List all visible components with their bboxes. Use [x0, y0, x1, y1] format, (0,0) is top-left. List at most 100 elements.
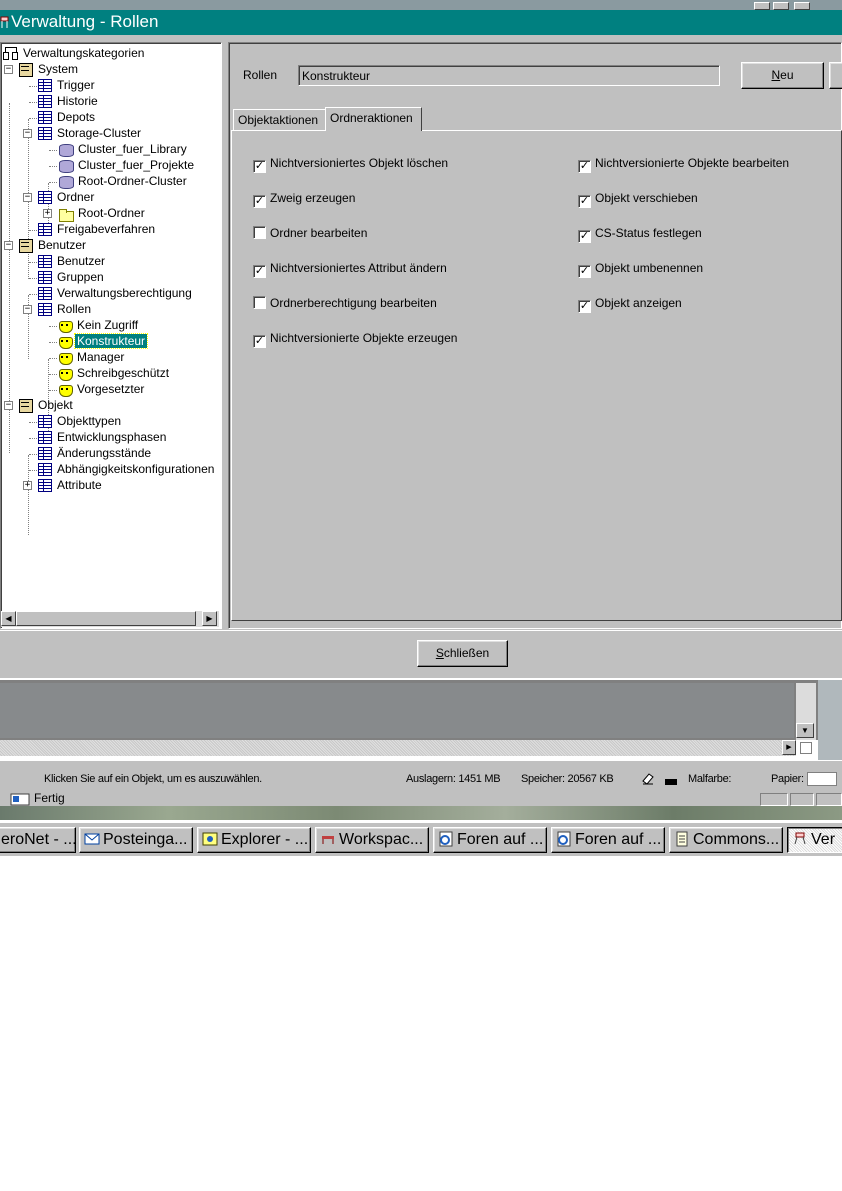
checkbox-set-cs-status[interactable]: ✓ CS-Status festlegen [578, 226, 702, 243]
tree-item-attribute[interactable]: Attribute [38, 477, 104, 493]
task-button-verwaltung[interactable]: Ver [787, 827, 842, 853]
close-button[interactable]: Schließen [417, 640, 508, 667]
title-bar[interactable]: Verwaltung - Rollen [0, 10, 842, 35]
tree-item-ordner[interactable]: Ordner [38, 189, 96, 205]
mail-icon [84, 833, 100, 845]
checkbox-delete-unversioned-object[interactable]: ✓ Nichtversioniertes Objekt löschen [253, 156, 448, 173]
window-title: Verwaltung - Rollen [11, 12, 159, 31]
tree-root[interactable]: Verwaltungskategorien [2, 45, 146, 61]
checkbox-box[interactable]: ✓ [578, 195, 591, 208]
tree-item-objekt[interactable]: Objekt [17, 397, 75, 413]
category-tree[interactable]: Verwaltungskategorien − System Trigger H… [0, 42, 222, 629]
tree-item-manager[interactable]: Manager [58, 349, 126, 365]
explorer-icon [202, 832, 218, 846]
tree-item-objekttypen[interactable]: Objekttypen [38, 413, 123, 429]
resize-grip[interactable] [800, 742, 812, 754]
checkbox-box[interactable]: ✓ [253, 195, 266, 208]
checkbox-edit-unversioned-objects[interactable]: ✓ Nichtversionierte Objekte bearbeiten [578, 156, 789, 173]
collapse-toggle[interactable]: − [4, 65, 13, 74]
task-button-workspace[interactable]: Workspac... [315, 827, 429, 853]
status-cell [790, 793, 814, 806]
task-button-eronet[interactable]: eroNet - ... [0, 827, 76, 853]
tree-item-gruppen[interactable]: Gruppen [38, 269, 106, 285]
collapse-toggle[interactable]: − [23, 129, 32, 138]
tree-item-freigabeverfahren[interactable]: Freigabeverfahren [38, 221, 157, 237]
tree-item-rollen[interactable]: Rollen [38, 301, 93, 317]
expand-toggle[interactable]: + [23, 481, 32, 490]
checkbox-view-object[interactable]: ✓ Objekt anzeigen [578, 296, 682, 313]
tree-item-schreibgeschuetzt[interactable]: Schreibgeschützt [58, 365, 171, 381]
tree-item-depots[interactable]: Depots [38, 109, 97, 125]
tree-item-storage-cluster[interactable]: Storage-Cluster [38, 125, 143, 141]
task-button-foren-2[interactable]: Foren auf ... [551, 827, 665, 853]
task-button-foren-1[interactable]: Foren auf ... [433, 827, 547, 853]
color-swatch-icon [665, 779, 677, 785]
table-icon [38, 95, 52, 108]
checkbox-edit-folder-permission[interactable]: Ordnerberechtigung bearbeiten [253, 296, 437, 310]
tree-item-aenderungsstaende[interactable]: Änderungsstände [38, 445, 153, 461]
checkbox-box[interactable]: ✓ [578, 160, 591, 173]
expand-toggle[interactable]: + [43, 209, 52, 218]
tree-item-konstrukteur[interactable]: Konstrukteur [58, 333, 149, 349]
tab-ordneraktionen[interactable]: Ordneraktionen [325, 107, 422, 131]
tree-item-cluster-projekte[interactable]: Cluster_fuer_Projekte [58, 157, 196, 173]
tree-horizontal-scrollbar[interactable]: ◀ ▶ [1, 611, 219, 627]
collapse-toggle[interactable]: − [4, 401, 13, 410]
checkbox-box[interactable] [253, 226, 266, 239]
role-icon [58, 336, 73, 349]
tree-item-benutzer-group[interactable]: Benutzer [17, 237, 88, 253]
checkbox-box[interactable]: ✓ [253, 335, 266, 348]
task-button-explorer[interactable]: Explorer - ... [197, 827, 311, 853]
output-vertical-scrollbar[interactable]: ▼ [796, 683, 816, 740]
tree-item-entwicklungsphasen[interactable]: Entwicklungsphasen [38, 429, 168, 445]
scroll-right-icon[interactable]: ▶ [202, 611, 217, 626]
checkbox-box[interactable]: ✓ [578, 300, 591, 313]
new-role-button[interactable]: Neu [741, 62, 824, 89]
tree-item-historie[interactable]: Historie [38, 93, 100, 109]
scroll-left-icon[interactable]: ◀ [1, 611, 16, 626]
tree-item-vorgesetzter[interactable]: Vorgesetzter [58, 381, 146, 397]
browser-status-strip: Fertig [0, 791, 842, 807]
task-button-posteingang[interactable]: Posteinga... [79, 827, 193, 853]
page-icon [10, 793, 30, 806]
checkbox-create-branch[interactable]: ✓ Zweig erzeugen [253, 191, 355, 208]
workspace-icon [322, 836, 334, 844]
checkbox-rename-object[interactable]: ✓ Objekt umbenennen [578, 261, 703, 278]
tree-item-cluster-library[interactable]: Cluster_fuer_Library [58, 141, 189, 157]
tree-item-abhaengigkeitskonfigurationen[interactable]: Abhängigkeitskonfigurationen [38, 461, 216, 477]
tree-item-root-ordner-cluster[interactable]: Root-Ordner-Cluster [58, 173, 189, 189]
backdrop-control [794, 2, 810, 10]
checkbox-edit-folder[interactable]: Ordner bearbeiten [253, 226, 367, 240]
collapse-toggle[interactable]: − [4, 241, 13, 250]
checkbox-move-object[interactable]: ✓ Objekt verschieben [578, 191, 698, 208]
checkbox-create-unversioned-objects[interactable]: ✓ Nichtversionierte Objekte erzeugen [253, 331, 457, 348]
task-button-commons[interactable]: Commons... [669, 827, 783, 853]
role-icon [58, 368, 73, 381]
checkbox-change-unversioned-attribute[interactable]: ✓ Nichtversioniertes Attribut ändern [253, 261, 447, 278]
secondary-button[interactable] [829, 62, 842, 89]
status-memory: Speicher: 20567 KB [521, 773, 614, 785]
tree-item-kein-zugriff[interactable]: Kein Zugriff [58, 317, 140, 333]
tree-item-benutzer[interactable]: Benutzer [38, 253, 107, 269]
role-name-field[interactable]: Konstrukteur [298, 65, 720, 86]
ready-text: Fertig [34, 791, 65, 805]
checkbox-box[interactable]: ✓ [578, 230, 591, 243]
checkbox-box[interactable] [253, 296, 266, 309]
output-area[interactable] [0, 683, 794, 738]
tree-item-verwaltungsberechtigung[interactable]: Verwaltungsberechtigung [38, 285, 194, 301]
tree-item-trigger[interactable]: Trigger [38, 77, 97, 93]
collapse-toggle[interactable]: − [23, 193, 32, 202]
tab-objektaktionen[interactable]: Objektaktionen [233, 109, 326, 131]
tree-item-root-ordner[interactable]: Root-Ordner [58, 205, 147, 222]
scroll-right-icon[interactable]: ▶ [782, 740, 796, 755]
checkbox-box[interactable]: ✓ [253, 160, 266, 173]
checkbox-box[interactable]: ✓ [578, 265, 591, 278]
table-icon [38, 431, 52, 444]
tree-item-system[interactable]: System [17, 61, 80, 77]
output-horizontal-scrollbar[interactable]: ▶ [0, 740, 812, 756]
checkbox-box[interactable]: ✓ [253, 265, 266, 278]
scroll-down-icon[interactable]: ▼ [796, 723, 814, 738]
ie-icon [439, 831, 453, 847]
scroll-thumb[interactable] [16, 611, 196, 626]
collapse-toggle[interactable]: − [23, 305, 32, 314]
